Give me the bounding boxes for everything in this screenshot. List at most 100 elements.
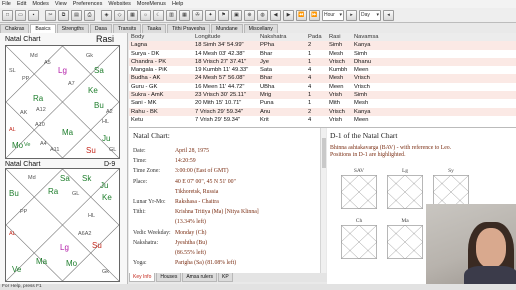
col-longitude[interactable]: Longitude [195, 34, 220, 40]
menu-moremenus[interactable]: MoreMenus [137, 1, 166, 7]
table-cell: Chandra - PK [131, 58, 167, 65]
chart-icon[interactable]: ◈ [101, 9, 112, 21]
status-bar: For Help, press F1 [0, 284, 516, 290]
table-row[interactable]: Rahu - BK 7 Vrisch 29' 59.34" Anu 2 Vrisch Ka… [129, 107, 516, 116]
menu-preferences[interactable]: Preferences [73, 1, 103, 7]
table-row[interactable]: Sukra - AmK 23 Vrisch 30' 25.11" Mrig 1 Vris… [129, 91, 516, 100]
arrow-right-icon[interactable]: ▶ [283, 9, 294, 21]
print-icon[interactable]: ⎙ [84, 9, 95, 21]
table-row[interactable]: Lagna 18 Simh 34' 54.99" PPha 2 Simh Kanya [129, 41, 516, 50]
tab-miscellany[interactable]: Miscellany [243, 24, 278, 33]
open-folder-icon[interactable]: ▭ [15, 9, 26, 21]
col-rasi[interactable]: Rasi [329, 34, 341, 40]
table-cell: 7 Vrisch 29' 59.34" [195, 108, 244, 115]
menu-help[interactable]: Help [172, 1, 183, 7]
table-row[interactable]: Chandra - PK 18 Vrisch 27' 37.41" Jye 1 Vris… [129, 57, 516, 67]
star-icon[interactable]: ✦ [205, 9, 216, 21]
main-tabs: Chakras Basics Strengths Dasa Transits T… [0, 24, 300, 33]
table-cell: Meen [329, 83, 344, 90]
table-row[interactable]: Sani - MK 20 Mith 15' 10.71" Puna 1 Mith Mesh [129, 99, 516, 108]
bav-mini-grid [387, 225, 423, 259]
paste-icon[interactable]: ▤ [71, 9, 82, 21]
natal-label: Time: [133, 158, 147, 165]
new-file-icon[interactable]: □ [2, 9, 13, 21]
rasi-a4: A4 [40, 141, 47, 147]
tab-dasa[interactable]: Dasa [89, 24, 112, 33]
menu-file[interactable]: File [2, 1, 11, 7]
tab-key-info[interactable]: Key Info [129, 273, 156, 282]
tab-amsa-rulers[interactable]: Amsa rulers [182, 273, 217, 282]
table-cell: Jye [260, 58, 270, 65]
d1-description: Bhinna ashtakavarga (BAV) - with referen… [330, 145, 452, 158]
save-icon[interactable]: ▪ [28, 9, 39, 21]
rasi-al: AL [9, 127, 16, 133]
rasi-chart[interactable]: Md Gk Lg SL A5 A7 PP Sa Ke Ra Bu HL AK A… [5, 45, 120, 159]
bav-mini-chart[interactable]: SAV [341, 168, 377, 209]
table-cell: Puna [260, 100, 274, 107]
arrow-left-icon[interactable]: ◀ [270, 9, 281, 21]
tab-chakras[interactable]: Chakras [0, 24, 30, 33]
table-row[interactable]: Ketu 7 Vrish 29' 59.34" Krit 4 Vrish Meen [129, 115, 516, 125]
d9-gl: GL [72, 191, 80, 197]
day-select[interactable]: Day ▾ [359, 9, 381, 21]
bav-mini-title: Ch [355, 218, 363, 224]
table-row[interactable]: Budha - AK 24 Mesh 57' 56.08" Bhar 4 Mesh Vri… [129, 74, 516, 83]
menu-modes[interactable]: Modes [32, 1, 49, 7]
menu-view[interactable]: View [55, 1, 67, 7]
d9-chart[interactable]: Md Sa Ra Sk GL Ju Bu Ke PP HL AL A6A2 Su… [5, 168, 120, 282]
col-navamsa[interactable]: Navamsa [354, 34, 378, 40]
strength-icon[interactable]: ◇ [114, 9, 125, 21]
table-icon[interactable]: ▥ [166, 9, 177, 21]
menu-bar: File Edit Modes View Preferences Website… [0, 0, 516, 8]
menu-websites[interactable]: Websites [108, 1, 131, 7]
tab-transits[interactable]: Transits [112, 24, 142, 33]
natal-label: Place: [133, 178, 148, 185]
copy-icon[interactable]: ⧉ [58, 9, 69, 21]
table-cell: Bhar [260, 75, 273, 82]
natal-row: Place: 40 E 07' 00", 45 N 51' 00" [133, 179, 236, 185]
bav-mini-chart[interactable]: Sy [433, 168, 469, 209]
rasi-lg: Lg [58, 66, 67, 75]
scroll-thumb[interactable] [322, 138, 326, 168]
col-pada[interactable]: Pada [308, 34, 322, 40]
tab-basics[interactable]: Basics [30, 24, 56, 33]
cut-icon[interactable]: ✂ [45, 9, 56, 21]
natal-row: Date: April 28, 1975 [133, 148, 209, 154]
tab-taaka[interactable]: Taaka [142, 24, 167, 33]
tab-mundane[interactable]: Mundane [211, 24, 243, 33]
bav-mini-chart[interactable]: Ma [387, 218, 423, 259]
details-scrollbar[interactable] [320, 128, 326, 273]
earth-icon[interactable]: ◍ [257, 9, 268, 21]
table-cell: Krit [260, 116, 269, 123]
step-back-icon[interactable]: ◂ [383, 9, 394, 21]
dasa-icon[interactable]: ▦ [127, 9, 138, 21]
planet-table: Body Longitude Nakshatra Pada Rasi Navam… [129, 33, 516, 128]
hour-select[interactable]: Hour ▾ [322, 9, 344, 21]
bav-mini-chart[interactable]: Ch [341, 218, 377, 259]
col-body[interactable]: Body [131, 34, 144, 40]
calendar-icon[interactable]: ▣ [231, 9, 242, 21]
table-row[interactable]: Surya - DK 14 Mesh 03' 42.38" Bhar 1 Mesh Sim… [129, 49, 516, 58]
table-row[interactable]: Mangala - PiK 19 Kumbh 11' 49.33" Sata 4 Kum… [129, 66, 516, 75]
table-cell: Sani - MK [131, 100, 157, 107]
table-cell: 7 Vrish 29' 59.34" [195, 116, 241, 123]
bav-mini-chart[interactable]: Lg [387, 168, 423, 209]
col-nakshatra[interactable]: Nakshatra [260, 34, 286, 40]
grid-icon[interactable]: ▦ [179, 9, 190, 21]
sun-icon[interactable]: ☼ [140, 9, 151, 21]
step-forward-icon[interactable]: ▸ [346, 9, 357, 21]
tab-tithi-pravesha[interactable]: Tithi Pravesha [167, 24, 211, 33]
forward-icon[interactable]: ⏩ [309, 9, 320, 21]
table-cell: Vrisch [329, 58, 345, 65]
tab-kp[interactable]: KP [218, 273, 233, 282]
moon-icon[interactable]: ☾ [153, 9, 164, 21]
flag-icon[interactable]: ⚑ [218, 9, 229, 21]
tab-strengths[interactable]: Strengths [56, 24, 89, 33]
compass-icon[interactable]: ⊕ [244, 9, 255, 21]
rewind-icon[interactable]: ⏪ [296, 9, 307, 21]
menu-edit[interactable]: Edit [17, 1, 26, 7]
table-row[interactable]: Guru - GK 16 Meen 11' 44.72" UBha 4 Meen Vris… [129, 82, 516, 92]
wheel-icon[interactable]: ✇ [192, 9, 203, 21]
table-cell: 16 Meen 11' 44.72" [195, 83, 245, 90]
tab-houses[interactable]: Houses [156, 273, 182, 282]
